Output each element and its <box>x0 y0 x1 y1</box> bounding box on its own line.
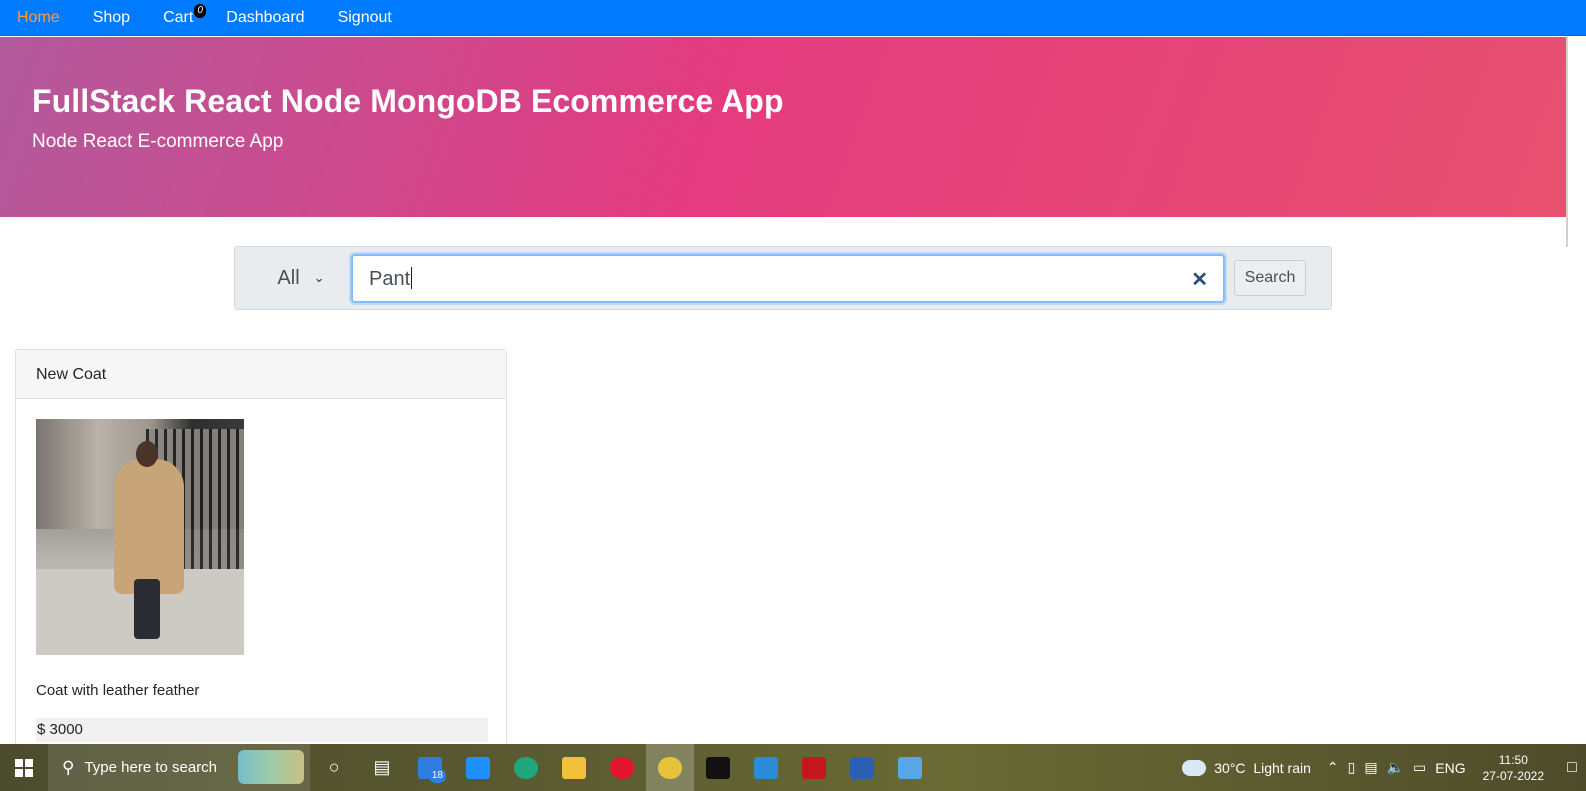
nav-home[interactable]: Home <box>17 0 60 36</box>
terminal-icon[interactable] <box>694 744 742 791</box>
product-description: Coat with leather feather <box>36 682 200 699</box>
nav-cart-label: Cart <box>163 8 194 26</box>
product-price: $ 3000 <box>36 718 488 742</box>
top-navbar: Home Shop Cart 0 Dashboard Signout <box>0 0 1586 36</box>
page-title: FullStack React Node MongoDB Ecommerce A… <box>32 83 784 119</box>
search-icon: ⚲ <box>62 757 75 777</box>
clock-time: 11:50 <box>1498 752 1528 767</box>
mail-icon[interactable]: 18 <box>406 744 454 791</box>
cart-count-badge: 0 <box>194 3 207 18</box>
taskbar-search[interactable]: ⚲ Type here to search <box>48 744 310 791</box>
category-select-value: All <box>277 266 300 289</box>
network-icon[interactable]: ▤ <box>1364 759 1377 776</box>
image-legs <box>134 579 160 639</box>
clock[interactable]: 11:50 27-07-2022 <box>1483 752 1544 784</box>
notification-icon[interactable]: □ <box>1558 744 1586 791</box>
cortana-icon[interactable]: ○ <box>310 744 358 791</box>
nav-signout[interactable]: Signout <box>338 0 392 36</box>
store-icon[interactable] <box>454 744 502 791</box>
nav-cart[interactable]: Cart 0 <box>163 0 207 36</box>
nav-dashboard[interactable]: Dashboard <box>226 0 304 36</box>
search-input-value: Pant <box>369 267 413 290</box>
word-icon[interactable] <box>838 744 886 791</box>
chrome-icon[interactable] <box>646 744 694 791</box>
file-explorer-icon[interactable] <box>550 744 598 791</box>
taskbar-search-placeholder: Type here to search <box>84 759 218 776</box>
windows-taskbar: ⚲ Type here to search ○ ▤ 18 30°C Light … <box>0 744 1586 791</box>
acrobat-icon[interactable] <box>790 744 838 791</box>
product-name: New Coat <box>16 350 506 399</box>
vscode-icon[interactable] <box>742 744 790 791</box>
control-panel-icon[interactable] <box>886 744 934 791</box>
cloud-rain-icon <box>1182 759 1207 776</box>
edge-icon[interactable] <box>502 744 550 791</box>
language-indicator[interactable]: ENG <box>1435 760 1465 776</box>
battery-icon[interactable]: ▯ <box>1348 759 1356 776</box>
search-input[interactable]: Pant ✕ <box>351 254 1225 303</box>
category-select[interactable]: All ⌄ <box>253 255 349 301</box>
start-button[interactable] <box>0 744 48 791</box>
search-form: All ⌄ Pant ✕ Search <box>234 246 1332 310</box>
image-head <box>136 441 158 467</box>
opera-icon[interactable] <box>598 744 646 791</box>
weather-temp: 30°C <box>1214 759 1246 776</box>
weather-widget[interactable]: 30°C Light rain <box>1182 759 1311 776</box>
hero-banner: FullStack React Node MongoDB Ecommerce A… <box>0 37 1566 217</box>
chevron-up-icon[interactable]: ⌃ <box>1327 759 1339 776</box>
clock-date: 27-07-2022 <box>1482 768 1544 783</box>
search-button[interactable]: Search <box>1234 260 1306 296</box>
text-caret <box>411 267 413 289</box>
weather-desc: Light rain <box>1253 759 1311 776</box>
nav-shop[interactable]: Shop <box>93 0 130 36</box>
chevron-down-icon: ⌄ <box>313 270 325 285</box>
mail-badge: 18 <box>428 769 446 783</box>
browser-page: Home Shop Cart 0 Dashboard Signout FullS… <box>0 0 1586 791</box>
page-subtitle: Node React E-commerce App <box>32 131 284 152</box>
clear-search-icon[interactable]: ✕ <box>1191 267 1208 292</box>
product-image[interactable] <box>36 419 244 655</box>
display-icon[interactable]: ▭ <box>1413 759 1426 776</box>
volume-icon[interactable]: 🔈 <box>1387 759 1404 776</box>
image-coat <box>114 459 184 594</box>
search-highlight-icon[interactable] <box>238 750 304 784</box>
windows-logo-icon <box>15 758 33 777</box>
product-card: New Coat Coat with leather feather $ 300… <box>15 349 507 749</box>
task-view-icon[interactable]: ▤ <box>358 744 406 791</box>
page-scrollbar[interactable] <box>1566 37 1568 247</box>
system-tray: 30°C Light rain ⌃ ▯ ▤ 🔈 ▭ ENG 11:50 27-0… <box>1182 744 1586 791</box>
